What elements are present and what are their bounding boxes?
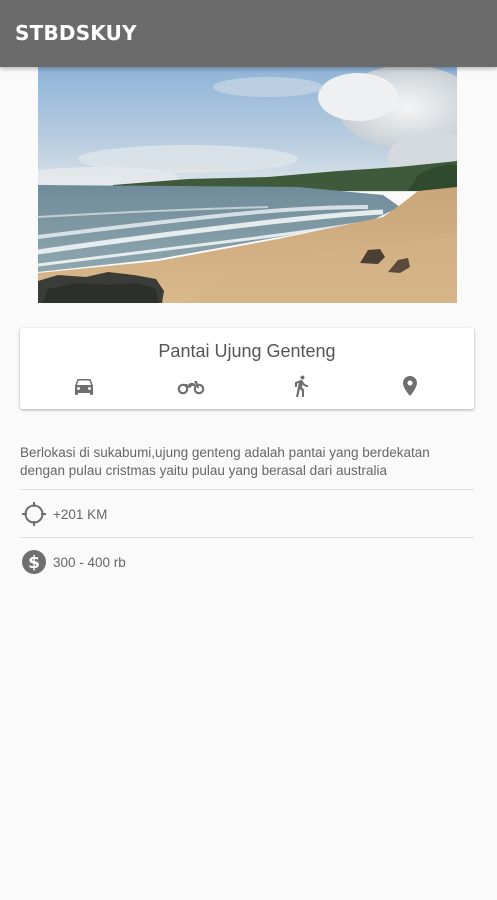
divider: [20, 489, 474, 490]
price-value: 300 - 400 rb: [53, 555, 126, 570]
place-card: Pantai Ujung Genteng: [20, 328, 474, 409]
divider: [20, 537, 474, 538]
price-row: $ 300 - 400 rb: [20, 548, 474, 576]
app-title: STBDSKUY: [15, 21, 137, 45]
dollar-icon: $: [20, 548, 48, 576]
app-bar: STBDSKUY: [0, 0, 497, 67]
walking-icon[interactable]: [287, 372, 315, 400]
distance-row: +201 KM: [20, 500, 474, 528]
place-description: Berlokasi di sukabumi,ujung genteng adal…: [20, 445, 430, 478]
svg-text:$: $: [28, 553, 40, 573]
car-icon[interactable]: [70, 372, 98, 400]
crosshair-icon: [20, 500, 48, 528]
distance-value: +201 KM: [53, 507, 108, 522]
motorcycle-icon[interactable]: [177, 372, 205, 400]
location-pin-icon[interactable]: [396, 372, 424, 400]
beach-photo: [38, 67, 457, 303]
place-title: Pantai Ujung Genteng: [158, 341, 336, 361]
